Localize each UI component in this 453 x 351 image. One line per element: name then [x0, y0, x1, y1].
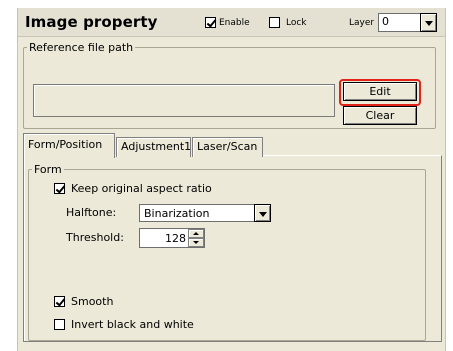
tab-form-position[interactable]: Form/Position [23, 133, 115, 158]
threshold-label: Threshold: [66, 231, 124, 244]
reference-group-label: Reference file path [29, 41, 134, 54]
threshold-spin-buttons [188, 229, 204, 247]
lock-checkbox-box[interactable] [269, 17, 280, 28]
invert-checkbox-box[interactable] [54, 319, 65, 330]
form-group-label: Form [34, 163, 62, 176]
chevron-down-icon[interactable] [254, 204, 271, 222]
reference-path-field[interactable] [33, 84, 335, 117]
smooth-label: Smooth [71, 295, 114, 308]
panel-title: Image property [25, 13, 158, 31]
edit-button-highlight [339, 79, 421, 106]
smooth-checkbox-box[interactable] [54, 296, 65, 307]
layer-select[interactable]: 0 [378, 13, 437, 32]
halftone-select[interactable]: Binarization [139, 204, 271, 222]
enable-checkbox-box[interactable] [205, 17, 216, 28]
threshold-stepper[interactable]: 128 [139, 228, 205, 248]
invert-label: Invert black and white [71, 318, 194, 331]
spin-up-icon[interactable] [188, 229, 204, 238]
invert-checkbox[interactable]: Invert black and white [54, 318, 194, 331]
enable-label: Enable [219, 17, 250, 28]
enable-checkbox[interactable]: Enable [205, 17, 250, 28]
halftone-label: Halftone: [66, 206, 117, 219]
lock-checkbox[interactable]: Lock [269, 17, 307, 28]
chevron-down-icon[interactable] [420, 13, 437, 32]
keep-aspect-label: Keep original aspect ratio [71, 182, 212, 195]
clear-button[interactable]: Clear [343, 106, 417, 125]
keep-aspect-checkbox-box[interactable] [54, 183, 65, 194]
keep-aspect-checkbox[interactable]: Keep original aspect ratio [54, 182, 212, 195]
layer-value: 0 [382, 15, 389, 28]
smooth-checkbox[interactable]: Smooth [54, 295, 113, 308]
lock-label: Lock [286, 17, 307, 28]
layer-label: Layer [349, 18, 375, 28]
threshold-value: 128 [165, 232, 186, 245]
tab-adjustment1[interactable]: Adjustment1 [116, 137, 191, 157]
tab-laser-scan[interactable]: Laser/Scan [192, 137, 263, 157]
spin-down-icon[interactable] [188, 238, 204, 247]
halftone-value: Binarization [144, 207, 210, 220]
